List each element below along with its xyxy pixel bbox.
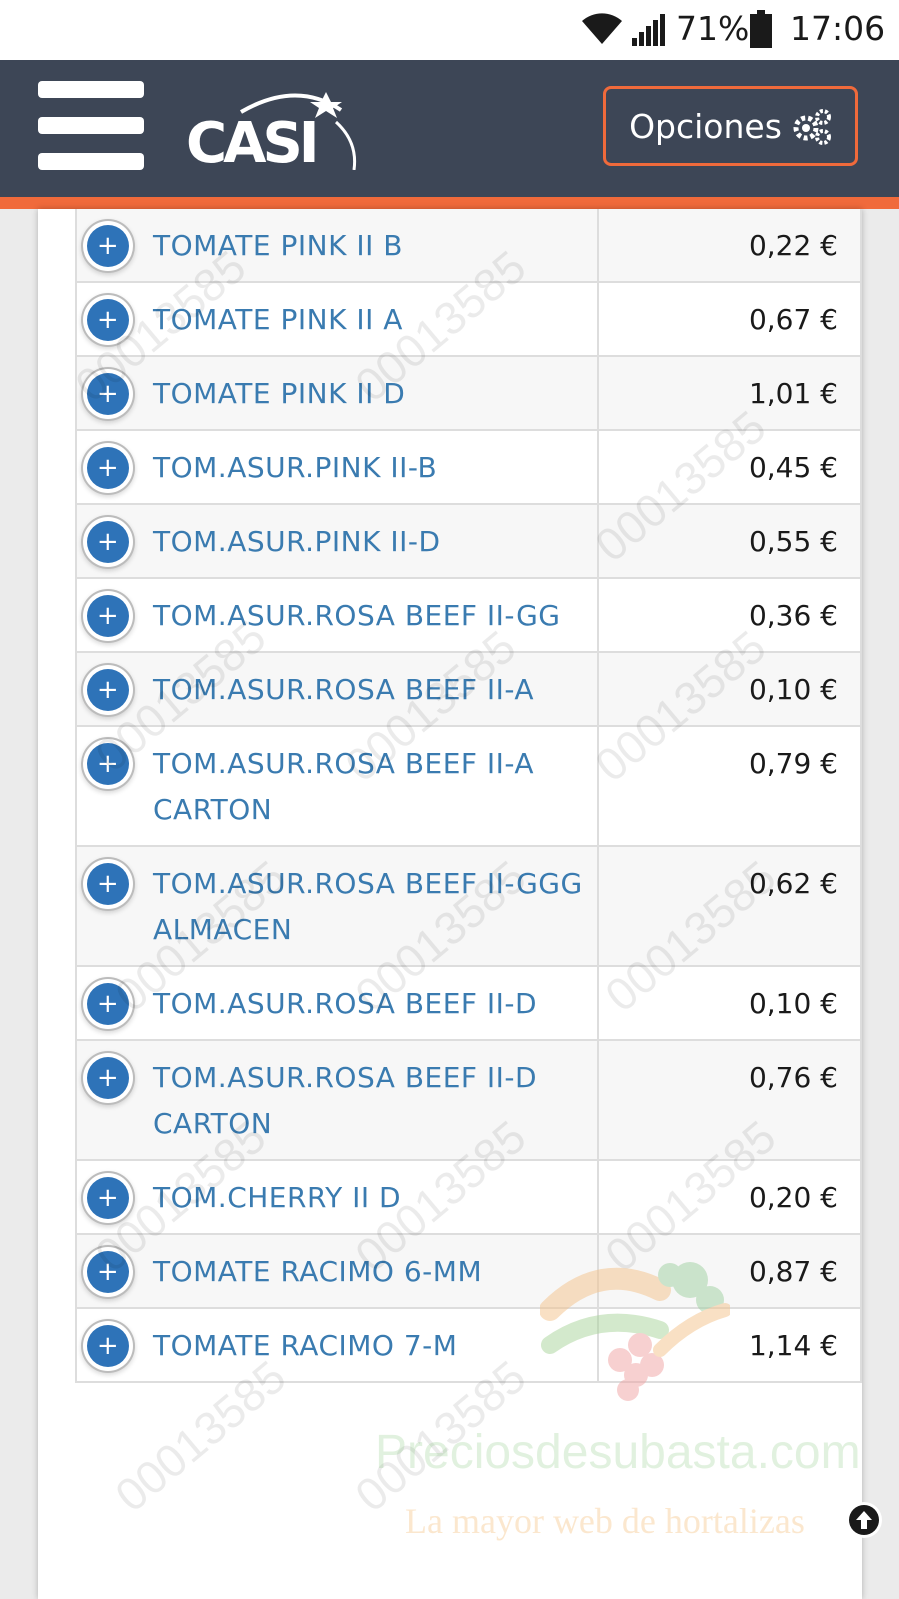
menu-icon-bar [38, 117, 144, 134]
plus-circle-icon[interactable]: + [87, 669, 129, 711]
table-row[interactable]: + TOMATE RACIMO 7-M 1,14 € [77, 1309, 860, 1383]
plus-circle-icon[interactable]: + [87, 373, 129, 415]
product-name[interactable]: TOM.CHERRY II D [153, 1181, 401, 1214]
app-header: CASI Opciones [0, 60, 899, 197]
product-price: 0,79 € [748, 747, 838, 780]
product-name-cell[interactable]: + TOM.ASUR.ROSA BEEF II-A CARTON [77, 727, 599, 845]
menu-icon-bar [38, 153, 144, 170]
table-row[interactable]: + TOMATE PINK II D 1,01 € [77, 357, 860, 431]
product-name-cell[interactable]: + TOM.ASUR.ROSA BEEF II-A [77, 653, 599, 725]
product-name-cell[interactable]: + TOM.CHERRY II D [77, 1161, 599, 1233]
plus-circle-icon[interactable]: + [87, 1325, 129, 1367]
scroll-to-top-button[interactable] [846, 1502, 882, 1538]
plus-circle-icon[interactable]: + [87, 521, 129, 563]
product-name-cell[interactable]: + TOMATE PINK II B [77, 209, 599, 281]
plus-circle-icon[interactable]: + [87, 225, 129, 267]
product-price: 0,36 € [748, 599, 838, 632]
options-button[interactable]: Opciones [603, 86, 858, 166]
product-name[interactable]: TOM.ASUR.PINK II-B [153, 451, 437, 484]
product-name-cell[interactable]: + TOM.ASUR.PINK II-D [77, 505, 599, 577]
plus-circle-icon[interactable]: + [87, 863, 129, 905]
svg-text:CASI: CASI [186, 111, 316, 170]
price-table: + TOMATE PINK II B 0,22 € + TOMATE PINK II A… [75, 209, 862, 1383]
plus-circle-icon[interactable]: + [87, 983, 129, 1025]
product-name[interactable]: TOM.ASUR.ROSA BEEF II-GG [153, 599, 560, 632]
product-name-cell[interactable]: + TOMATE RACIMO 7-M [77, 1309, 599, 1381]
table-row[interactable]: + TOMATE RACIMO 6-MM 0,87 € [77, 1235, 860, 1309]
product-name-cell[interactable]: + TOM.ASUR.ROSA BEEF II-GG [77, 579, 599, 651]
table-row[interactable]: + TOM.ASUR.PINK II-B 0,45 € [77, 431, 860, 505]
product-price: 0,20 € [748, 1181, 838, 1214]
product-name[interactable]: TOM.ASUR.ROSA BEEF II-A CARTON [153, 747, 534, 826]
status-bar: 71% 17:06 [0, 0, 899, 60]
header-accent-bar [0, 197, 899, 209]
plus-circle-icon[interactable]: + [87, 299, 129, 341]
product-price: 0,67 € [748, 303, 838, 336]
product-name[interactable]: TOM.ASUR.ROSA BEEF II-GGG ALMACEN [153, 867, 583, 946]
product-price: 0,55 € [748, 525, 838, 558]
product-price: 0,76 € [748, 1061, 838, 1094]
table-row[interactable]: + TOMATE PINK II A 0,67 € [77, 283, 860, 357]
plus-circle-icon[interactable]: + [87, 447, 129, 489]
product-name[interactable]: TOM.ASUR.PINK II-D [153, 525, 441, 558]
plus-circle-icon[interactable]: + [87, 1057, 129, 1099]
plus-circle-icon[interactable]: + [87, 1251, 129, 1293]
table-row[interactable]: + TOM.ASUR.ROSA BEEF II-GGG ALMACEN 0,62 € [77, 847, 860, 967]
table-row[interactable]: + TOM.ASUR.ROSA BEEF II-GG 0,36 € [77, 579, 860, 653]
table-row[interactable]: + TOM.ASUR.ROSA BEEF II-A 0,10 € [77, 653, 860, 727]
product-name-cell[interactable]: + TOMATE PINK II D [77, 357, 599, 429]
watermark-brand-name: Preciosdesubasta.com [375, 1426, 861, 1479]
product-name-cell[interactable]: + TOMATE RACIMO 6-MM [77, 1235, 599, 1307]
watermark-brand-logo [540, 1262, 730, 1401]
product-price: 0,62 € [748, 867, 838, 900]
menu-icon [38, 81, 144, 98]
gears-icon [793, 109, 831, 145]
menu-button[interactable] [38, 81, 144, 171]
plus-circle-icon[interactable]: + [87, 595, 129, 637]
product-name[interactable]: TOM.ASUR.ROSA BEEF II-A [153, 673, 534, 706]
product-name[interactable]: TOMATE PINK II D [153, 377, 405, 410]
product-price: 0,10 € [748, 673, 838, 706]
product-name[interactable]: TOM.ASUR.ROSA BEEF II-D CARTON [153, 1061, 537, 1140]
product-name-cell[interactable]: + TOM.ASUR.ROSA BEEF II-GGG ALMACEN [77, 847, 599, 965]
plus-circle-icon[interactable]: + [87, 1177, 129, 1219]
table-row[interactable]: + TOMATE PINK II B 0,22 € [77, 209, 860, 283]
product-price: 0,45 € [748, 451, 838, 484]
product-name-cell[interactable]: + TOM.ASUR.ROSA BEEF II-D CARTON [77, 1041, 599, 1159]
product-price: 0,22 € [748, 229, 838, 262]
battery-icon [750, 10, 772, 48]
product-name[interactable]: TOMATE PINK II B [153, 229, 403, 262]
product-name[interactable]: TOMATE PINK II A [153, 303, 403, 336]
table-row[interactable]: + TOM.ASUR.ROSA BEEF II-D 0,10 € [77, 967, 860, 1041]
product-price: 1,01 € [748, 377, 838, 410]
battery-percentage: 71% [676, 9, 750, 48]
product-price: 0,10 € [748, 987, 838, 1020]
product-list-card: + TOMATE PINK II B 0,22 € + TOMATE PINK II A… [38, 209, 862, 1599]
product-name[interactable]: TOM.ASUR.ROSA BEEF II-D [153, 987, 537, 1020]
wifi-icon [582, 13, 622, 44]
options-label: Opciones [629, 106, 782, 146]
product-name-cell[interactable]: + TOM.ASUR.PINK II-B [77, 431, 599, 503]
table-row[interactable]: + TOM.ASUR.PINK II-D 0,55 € [77, 505, 860, 579]
product-name[interactable]: TOMATE RACIMO 6-MM [153, 1255, 482, 1288]
product-name-cell[interactable]: + TOMATE PINK II A [77, 283, 599, 355]
casi-logo[interactable]: CASI [186, 80, 366, 170]
product-name-cell[interactable]: + TOM.ASUR.ROSA BEEF II-D [77, 967, 599, 1039]
signal-icon [632, 14, 665, 46]
table-row[interactable]: + TOM.ASUR.ROSA BEEF II-A CARTON 0,79 € [77, 727, 860, 847]
plus-circle-icon[interactable]: + [87, 743, 129, 785]
product-name[interactable]: TOMATE RACIMO 7-M [153, 1329, 457, 1362]
watermark-brand-tagline: La mayor web de hortalizas [405, 1501, 805, 1541]
table-row[interactable]: + TOM.ASUR.ROSA BEEF II-D CARTON 0,76 € [77, 1041, 860, 1161]
clock: 17:06 [790, 9, 886, 48]
table-row[interactable]: + TOM.CHERRY II D 0,20 € [77, 1161, 860, 1235]
